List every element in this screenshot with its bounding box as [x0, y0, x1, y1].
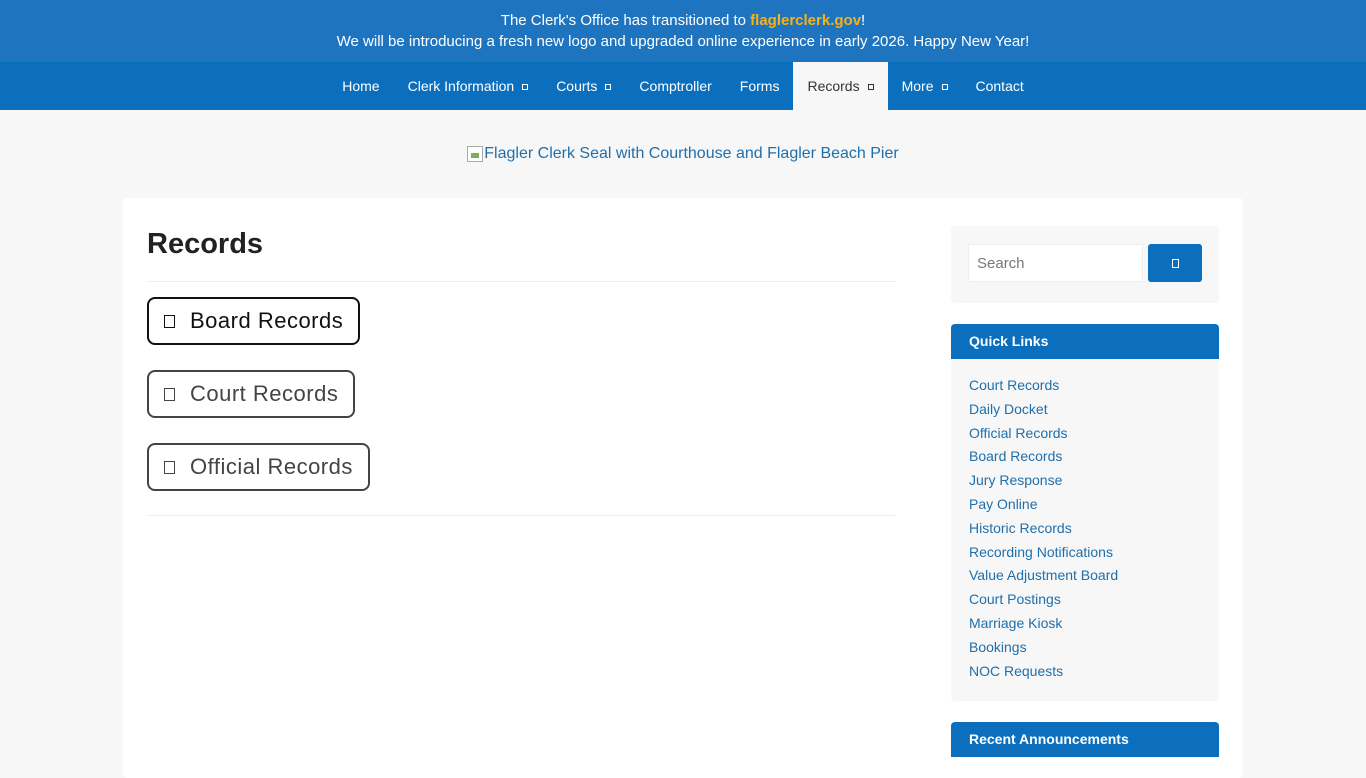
dropdown-icon [522, 83, 529, 90]
logo-alt-text: Flagler Clerk Seal with Courthouse and F… [484, 145, 899, 162]
search-input[interactable] [968, 244, 1143, 282]
nav-contact[interactable]: Contact [962, 62, 1038, 110]
quick-link[interactable]: Historic Records [969, 520, 1072, 536]
sidebar: Quick Links Court Records Daily Docket O… [951, 226, 1219, 758]
nav-home-label: Home [342, 78, 380, 94]
nav-records-label: Records [807, 78, 860, 94]
quick-link[interactable]: Bookings [969, 639, 1027, 655]
logo-area: Flagler Clerk Seal with Courthouse and F… [0, 110, 1366, 198]
list-item: Historic Records [969, 517, 1201, 541]
quick-link[interactable]: Daily Docket [969, 401, 1048, 417]
board-records-button[interactable]: Board Records [147, 297, 361, 345]
quick-link[interactable]: Official Records [969, 425, 1068, 441]
quick-link[interactable]: Court Postings [969, 591, 1061, 607]
quick-link[interactable]: NOC Requests [969, 663, 1063, 679]
board-records-label: Board Records [190, 308, 344, 333]
quick-links-title: Quick Links [951, 324, 1219, 359]
list-item: Jury Response [969, 469, 1201, 493]
quick-link[interactable]: Jury Response [969, 472, 1062, 488]
dropdown-icon [867, 83, 874, 90]
list-item: Official Records [969, 422, 1201, 446]
logo-link[interactable]: Flagler Clerk Seal with Courthouse and F… [467, 145, 899, 163]
court-records-button[interactable]: Court Records [147, 370, 356, 418]
announcements-widget: Recent Announcements [951, 722, 1219, 758]
nav-records[interactable]: Records [793, 62, 888, 110]
nav-clerk-information[interactable]: Clerk Information [394, 62, 543, 110]
main-content: Records Board Records Court Records Offi… [147, 228, 895, 516]
banner-text: The Clerk's Office has transitioned to [500, 12, 751, 29]
nav-clerk-information-label: Clerk Information [407, 78, 515, 94]
quick-link[interactable]: Court Records [969, 377, 1059, 393]
search-icon [1171, 258, 1179, 268]
list-item: Court Postings [969, 588, 1201, 612]
nav-home[interactable]: Home [328, 62, 393, 110]
quick-links-widget: Quick Links Court Records Daily Docket O… [951, 324, 1219, 702]
nav-more[interactable]: More [888, 62, 962, 110]
nav-more-label: More [901, 78, 934, 94]
quick-link[interactable]: Board Records [969, 448, 1062, 464]
button-row: Court Records [147, 370, 895, 418]
nav-courts-label: Courts [556, 78, 598, 94]
main-nav: Home Clerk Information Courts Comptrolle… [0, 62, 1366, 110]
list-item: Bookings [969, 636, 1201, 660]
quick-link[interactable]: Value Adjustment Board [969, 567, 1118, 583]
list-item: Value Adjustment Board [969, 564, 1201, 588]
page-title: Records [147, 228, 895, 282]
book-icon [164, 314, 175, 328]
official-records-label: Official Records [190, 454, 353, 479]
nav-forms-label: Forms [739, 78, 780, 94]
banner-line-2: We will be introducing a fresh new logo … [336, 33, 1030, 50]
search-widget [951, 226, 1219, 303]
court-records-label: Court Records [190, 381, 339, 406]
list-item: Court Records [969, 374, 1201, 398]
dropdown-icon [605, 83, 612, 90]
divider [147, 515, 895, 516]
broken-image-icon [467, 146, 484, 162]
quick-link[interactable]: Pay Online [969, 496, 1037, 512]
list-item: Recording Notifications [969, 541, 1201, 565]
quick-link[interactable]: Marriage Kiosk [969, 615, 1062, 631]
banner-exclaim: ! [861, 12, 866, 29]
list-item: Marriage Kiosk [969, 612, 1201, 636]
nav-contact-label: Contact [975, 78, 1024, 94]
flaglerclerk-link[interactable]: flaglerclerk.gov [750, 12, 861, 29]
quick-links-list: Court Records Daily Docket Official Reco… [951, 359, 1219, 701]
banner-line-1: The Clerk's Office has transitioned to f… [0, 10, 1366, 31]
announcements-title: Recent Announcements [951, 722, 1219, 758]
nav-comptroller-label: Comptroller [639, 78, 712, 94]
nav-courts[interactable]: Courts [542, 62, 625, 110]
quick-link[interactable]: Recording Notifications [969, 544, 1113, 560]
list-item: NOC Requests [969, 660, 1201, 684]
dropdown-icon [941, 83, 948, 90]
content-container: Records Board Records Court Records Offi… [123, 198, 1243, 778]
button-row: Board Records [147, 297, 895, 345]
nav-forms[interactable]: Forms [726, 62, 794, 110]
file-icon [164, 460, 175, 474]
list-item: Pay Online [969, 493, 1201, 517]
list-item: Daily Docket [969, 398, 1201, 422]
official-records-button[interactable]: Official Records [147, 443, 370, 491]
announcement-banner: The Clerk's Office has transitioned to f… [0, 0, 1366, 62]
list-item: Board Records [969, 445, 1201, 469]
gavel-icon [164, 387, 175, 401]
search-button[interactable] [1148, 244, 1202, 282]
button-row: Official Records [147, 443, 895, 491]
nav-comptroller[interactable]: Comptroller [625, 62, 725, 110]
